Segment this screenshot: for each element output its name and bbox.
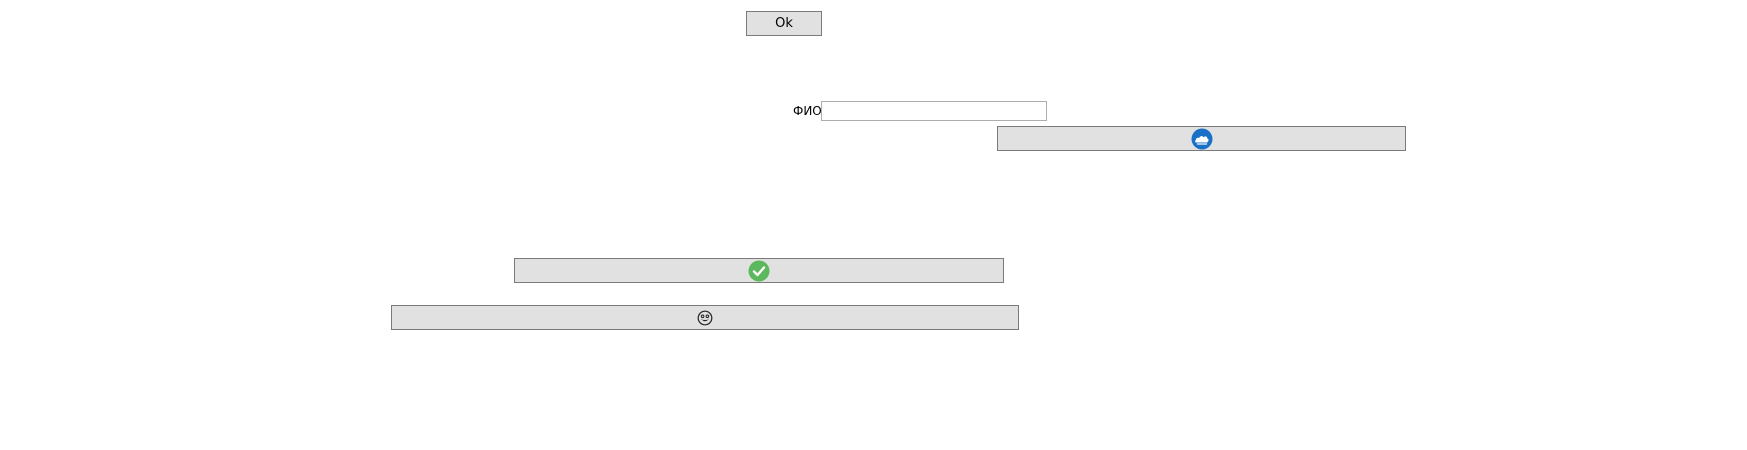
check-icon-button[interactable] [514, 258, 1004, 283]
green-check-icon [748, 260, 770, 281]
ok-button-label: Ok [775, 16, 793, 31]
fio-label: ФИО [793, 104, 822, 118]
blue-cloud-icon [1191, 128, 1212, 149]
fio-input[interactable] [821, 101, 1047, 121]
ok-button[interactable]: Ok [746, 11, 822, 36]
emoji-face-icon [697, 310, 713, 325]
emoji-icon-button[interactable] [391, 305, 1019, 330]
cloud-icon-button[interactable] [997, 126, 1406, 151]
